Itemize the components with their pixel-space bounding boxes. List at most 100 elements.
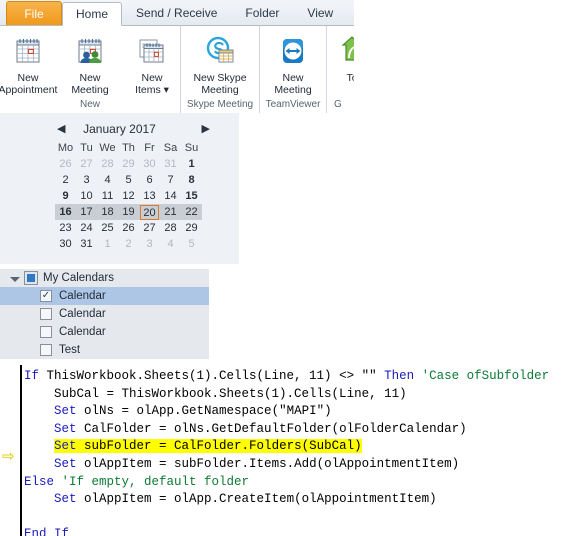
date-cell[interactable]: 28 bbox=[97, 156, 118, 172]
date-cell[interactable]: 1 bbox=[181, 156, 202, 172]
date-cell[interactable]: 3 bbox=[76, 172, 97, 188]
date-cell[interactable]: 31 bbox=[160, 156, 181, 172]
date-cell[interactable]: 4 bbox=[97, 172, 118, 188]
date-cell[interactable]: 25 bbox=[97, 220, 118, 236]
date-cell[interactable]: 28 bbox=[160, 220, 181, 236]
tab-folder[interactable]: Folder bbox=[231, 1, 293, 25]
new-meeting-label-2: Meeting bbox=[71, 84, 109, 96]
date-cell[interactable]: 24 bbox=[76, 220, 97, 236]
date-cell[interactable]: 14 bbox=[160, 188, 181, 204]
code-line[interactable]: Set olAppItem = subFolder.Items.Add(olAp… bbox=[24, 456, 549, 474]
teamviewer-icon bbox=[278, 33, 308, 69]
code-keyword: End If bbox=[24, 527, 70, 536]
teamviewer-new-meeting-button[interactable]: New Meeting bbox=[260, 31, 326, 96]
date-cell[interactable]: 19 bbox=[118, 204, 139, 220]
collapse-triangle-icon[interactable] bbox=[10, 276, 20, 282]
date-cell[interactable]: 26 bbox=[118, 220, 139, 236]
calendar-group-my-calendars[interactable]: My Calendars bbox=[0, 269, 209, 287]
tab-send-receive[interactable]: Send / Receive bbox=[122, 1, 231, 25]
date-cell[interactable]: 3 bbox=[139, 236, 160, 252]
date-cell[interactable]: 2 bbox=[55, 172, 76, 188]
date-cell[interactable]: 21 bbox=[160, 204, 181, 220]
code-line[interactable]: Set olNs = olApp.GetNamespace("MAPI") bbox=[24, 403, 549, 421]
date-cell[interactable]: 7 bbox=[160, 172, 181, 188]
date-cell[interactable]: 16 bbox=[55, 204, 76, 220]
tab-view[interactable]: View bbox=[293, 1, 347, 25]
code-line[interactable]: Set olAppItem = olApp.CreateItem(olAppoi… bbox=[24, 491, 549, 509]
calendar-checkbox[interactable]: ✓ bbox=[40, 290, 52, 302]
new-skype-meeting-button[interactable]: New Skype Meeting bbox=[181, 31, 259, 96]
code-keyword: Then bbox=[384, 369, 415, 383]
outlook-ribbon: File Home Send / Receive Folder View New… bbox=[0, 0, 354, 113]
calendar-list-item[interactable]: Calendar bbox=[0, 305, 209, 323]
code-line[interactable]: Set subFolder = CalFolder.Folders(SubCal… bbox=[24, 438, 549, 456]
date-cell[interactable]: 18 bbox=[97, 204, 118, 220]
date-cell[interactable]: 29 bbox=[118, 156, 139, 172]
calendar-checkbox[interactable] bbox=[40, 326, 52, 338]
calendar-list-item[interactable]: ✓ Calendar bbox=[0, 287, 209, 305]
code-token: CalFolder = olNs.GetDefaultFolder(olFold… bbox=[76, 421, 467, 436]
code-line[interactable]: SubCal = ThisWorkbook.Sheets(1).Cells(Li… bbox=[24, 386, 549, 404]
date-cell[interactable]: 27 bbox=[139, 220, 160, 236]
new-appointment-button[interactable]: New Appointment bbox=[0, 31, 59, 96]
code-line[interactable]: End If bbox=[24, 526, 549, 536]
date-navigator-header: ◀ January 2017 ▶ bbox=[0, 119, 239, 138]
today-button[interactable]: Tod bbox=[327, 31, 354, 84]
date-cell[interactable]: 10 bbox=[76, 188, 97, 204]
ribbon-group-skype-label: Skype Meeting bbox=[186, 99, 254, 110]
ribbon-group-goto-label: G bbox=[334, 99, 342, 110]
date-cell[interactable]: 2 bbox=[118, 236, 139, 252]
code-comment: 'Case ofSubfolder bbox=[421, 369, 550, 383]
new-meeting-button[interactable]: New Meeting bbox=[59, 31, 121, 96]
next-month-icon[interactable]: ▶ bbox=[202, 124, 210, 135]
date-cell[interactable]: 15 bbox=[181, 188, 202, 204]
date-navigator-grid[interactable]: Mo Tu We Th Fr Sa Su 26 27 28 29 30 31 1 2 3 4 5 6 7… bbox=[55, 140, 202, 252]
calendar-checkbox[interactable] bbox=[40, 308, 52, 320]
date-cell[interactable]: 30 bbox=[55, 236, 76, 252]
code-keyword: Set bbox=[54, 404, 77, 419]
date-cell[interactable]: 31 bbox=[76, 236, 97, 252]
calendar-group-label: My Calendars bbox=[43, 272, 114, 284]
date-cell[interactable]: 12 bbox=[118, 188, 139, 204]
date-cell[interactable]: 17 bbox=[76, 204, 97, 220]
code-line[interactable]: Set CalFolder = olNs.GetDefaultFolder(ol… bbox=[24, 421, 549, 439]
date-cell[interactable]: 4 bbox=[160, 236, 181, 252]
date-cell[interactable]: 29 bbox=[181, 220, 202, 236]
code-text[interactable]: If ThisWorkbook.Sheets(1).Cells(Line, 11… bbox=[24, 368, 549, 536]
date-cell[interactable]: 27 bbox=[76, 156, 97, 172]
code-line[interactable] bbox=[24, 509, 549, 527]
date-navigator-week-row: 2345678 bbox=[55, 172, 202, 188]
date-cell[interactable]: 26 bbox=[55, 156, 76, 172]
ribbon-group-skype-meeting: New Skype Meeting Skype Meeting bbox=[181, 26, 260, 113]
calendar-meeting-icon bbox=[75, 33, 105, 69]
code-margin-indicator-bar[interactable]: ⇨ bbox=[0, 365, 22, 536]
calendar-list-item[interactable]: Calendar bbox=[0, 323, 209, 341]
date-cell[interactable]: 22 bbox=[181, 204, 202, 220]
date-cell[interactable]: 20 bbox=[139, 204, 160, 220]
new-items-button[interactable]: New Items ▾ bbox=[121, 31, 183, 96]
calendar-list-items: ✓ Calendar Calendar Calendar Test bbox=[0, 287, 209, 359]
tab-file[interactable]: File bbox=[6, 1, 62, 25]
date-navigator-week-row: 16 17 18 19 20 21 22 bbox=[55, 204, 202, 220]
calendar-checkbox[interactable] bbox=[40, 344, 52, 356]
date-cell[interactable]: 5 bbox=[181, 236, 202, 252]
date-navigator-weeks: 26 27 28 29 30 31 1 2 3 4 5 6 7 8 9 10 11 12 13 14 15 16 17 18 1… bbox=[55, 156, 202, 252]
calendar-list-item[interactable]: Test bbox=[0, 341, 209, 359]
teamviewer-new-meeting-label-2: Meeting bbox=[274, 84, 312, 96]
date-cell[interactable]: 9 bbox=[55, 188, 76, 204]
date-cell[interactable]: 5 bbox=[118, 172, 139, 188]
date-cell[interactable]: 11 bbox=[97, 188, 118, 204]
tab-home[interactable]: Home bbox=[62, 2, 123, 26]
date-cell[interactable]: 23 bbox=[55, 220, 76, 236]
prev-month-icon[interactable]: ◀ bbox=[57, 124, 65, 135]
date-cell[interactable]: 30 bbox=[139, 156, 160, 172]
date-cell[interactable]: 8 bbox=[181, 172, 202, 188]
code-line[interactable]: Else 'If empty, default folder bbox=[24, 474, 549, 492]
date-cell[interactable]: 13 bbox=[139, 188, 160, 204]
weekday-header-row: Mo Tu We Th Fr Sa Su bbox=[55, 140, 202, 156]
date-cell[interactable]: 6 bbox=[139, 172, 160, 188]
code-line[interactable]: If ThisWorkbook.Sheets(1).Cells(Line, 11… bbox=[24, 368, 549, 386]
code-token: SubCal = ThisWorkbook.Sheets(1).Cells(Li… bbox=[54, 386, 407, 401]
code-keyword: Set bbox=[54, 439, 77, 454]
date-cell[interactable]: 1 bbox=[97, 236, 118, 252]
